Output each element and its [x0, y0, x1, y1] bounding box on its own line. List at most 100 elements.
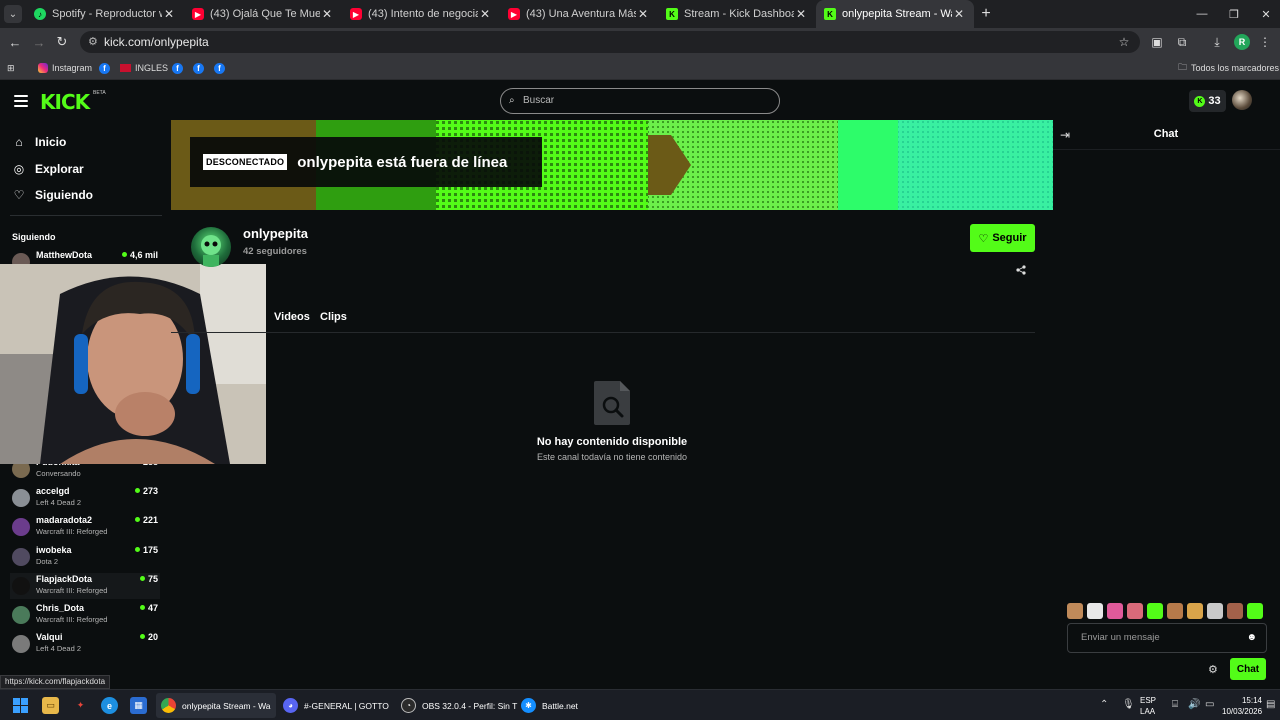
bookmark-facebook[interactable]: f — [193, 61, 208, 75]
user-avatar[interactable] — [1232, 90, 1252, 110]
tab-clips[interactable]: Clips — [320, 311, 347, 323]
channel-category: Conversando — [36, 469, 81, 478]
folder-icon: 🗀 — [1178, 62, 1188, 72]
channel-category: Left 4 Dead 2 — [36, 644, 82, 653]
youtube-icon: ▶ — [350, 8, 362, 20]
sidebar-item-label: Explorar — [35, 162, 84, 176]
site-info-icon[interactable]: ⚙ — [88, 31, 98, 53]
taskbar-app-chrome[interactable]: onlypepita Stream - Wa — [156, 693, 276, 718]
browser-tab-active[interactable]: K onlypepita Stream - Watch Live ✕ — [816, 0, 974, 28]
tab-search-button[interactable]: ⌄ — [4, 5, 22, 23]
sidebar-item-explorar[interactable]: ◎ Explorar — [12, 159, 84, 179]
bookmark-label: Todos los marcadores — [1191, 63, 1280, 73]
microphone-icon[interactable]: 🎙 — [1122, 699, 1135, 710]
follow-button[interactable]: ♡ Seguir — [970, 224, 1035, 252]
following-item[interactable]: FlapjackDota Warcraft III: Reforged 75 — [10, 573, 160, 599]
kicks-count: 33 — [1208, 95, 1221, 107]
bookmark-facebook[interactable]: f — [172, 61, 187, 75]
kick-logo[interactable]: KICK — [40, 90, 90, 114]
emoji-picker-icon[interactable]: ☻ — [1246, 624, 1257, 652]
battery-icon[interactable]: ▭ — [1205, 699, 1214, 710]
hamburger-menu-icon[interactable] — [14, 95, 28, 110]
avatar — [12, 577, 30, 595]
taskbar-app-battlenet[interactable]: ✱ Battle.net — [516, 693, 583, 718]
emote-icon[interactable] — [1127, 603, 1143, 619]
channel-name: madaradota2 — [36, 515, 93, 525]
apps-grid-icon[interactable]: ⊞ — [7, 61, 15, 75]
taskbar-app-discord[interactable]: ◕ #-GENERAL | GOTTO — [278, 693, 394, 718]
profile-avatar[interactable]: R — [1234, 34, 1250, 50]
edge-icon[interactable]: e — [101, 697, 118, 714]
notifications-icon[interactable]: ▤ — [1266, 699, 1275, 710]
following-item[interactable]: Chris_Dota Warcraft III: Reforged 47 — [10, 602, 160, 628]
emote-icon[interactable] — [1067, 603, 1083, 619]
store-icon[interactable]: ▦ — [130, 697, 147, 714]
collapse-chat-icon[interactable]: ⇥ — [1060, 128, 1070, 142]
close-icon[interactable]: ✕ — [478, 7, 492, 21]
emote-icon[interactable] — [1247, 603, 1263, 619]
emote-icon[interactable] — [1167, 603, 1183, 619]
kicks-balance-button[interactable]: K 33 — [1189, 90, 1226, 112]
close-icon[interactable]: ✕ — [162, 7, 176, 21]
browser-tab[interactable]: ▶ (43) Una Aventura Más - YouTub ✕ — [500, 0, 658, 28]
browser-tab[interactable]: ♪ Spotify - Reproductor web: mú ✕ — [26, 0, 184, 28]
url-field[interactable]: ⚙ kick.com/onlypepita — [80, 31, 1140, 53]
channel-avatar-image — [201, 235, 221, 267]
browser-tab[interactable]: K Stream - Kick Dashboard ✕ — [658, 0, 816, 28]
tab-title: (43) Intento de negociación en — [368, 8, 478, 20]
following-item[interactable]: iwobeka Dota 2 175 — [10, 544, 160, 570]
emote-icon[interactable] — [1107, 603, 1123, 619]
tray-overflow-icon[interactable]: ⌃ — [1100, 699, 1108, 710]
window-close-icon[interactable]: ✕ — [1250, 0, 1280, 28]
browser-tab[interactable]: ▶ (43) Ojalá Que Te Mueras - You ✕ — [184, 0, 342, 28]
windows-start-icon[interactable] — [12, 697, 29, 714]
back-icon[interactable]: ← — [6, 33, 24, 51]
chat-settings-gear-icon[interactable]: ⚙ — [1208, 663, 1218, 676]
channel-avatar[interactable] — [191, 227, 231, 267]
network-icon[interactable]: ⌸ — [1172, 699, 1178, 710]
emote-icon[interactable] — [1207, 603, 1223, 619]
emote-icon[interactable] — [1227, 603, 1243, 619]
volume-icon[interactable]: 🔊 — [1188, 699, 1200, 710]
forward-icon[interactable]: → — [30, 33, 48, 51]
cast-icon[interactable]: ▣ — [1148, 33, 1166, 51]
file-explorer-icon[interactable]: ▭ — [42, 697, 59, 714]
bookmark-instagram[interactable]: Instagram — [38, 61, 92, 75]
taskbar-app-obs[interactable]: ◔ OBS 32.0.4 - Perfil: Sin T — [396, 693, 522, 718]
emote-icon[interactable] — [1187, 603, 1203, 619]
new-tab-button[interactable]: + — [974, 5, 998, 23]
restore-icon[interactable]: ❐ — [1218, 0, 1250, 28]
taskbar-app-label: onlypepita Stream - Wa — [182, 700, 271, 711]
copilot-icon[interactable]: ✦ — [72, 697, 89, 714]
extensions-icon[interactable]: ⧉ — [1173, 33, 1191, 51]
minimize-icon[interactable]: — — [1186, 0, 1218, 28]
bookmark-facebook[interactable]: f — [214, 61, 229, 75]
bookmark-star-icon[interactable]: ☆ — [1115, 33, 1133, 51]
tab-videos[interactable]: Videos — [274, 311, 310, 323]
bookmark-ingles[interactable]: INGLES — [120, 61, 168, 75]
input-language[interactable]: ESP LAA — [1140, 695, 1156, 717]
sidebar-item-siguiendo[interactable]: ♡ Siguiendo — [12, 185, 93, 205]
browser-tab[interactable]: ▶ (43) Intento de negociación en ✕ — [342, 0, 500, 28]
sidebar-item-inicio[interactable]: ⌂ Inicio — [12, 132, 66, 152]
download-icon[interactable]: ⤓ — [1208, 33, 1226, 51]
all-bookmarks[interactable]: 🗀 Todos los marcadores — [1178, 61, 1279, 75]
menu-dots-icon[interactable]: ⋮ — [1256, 33, 1274, 51]
reload-icon[interactable]: ↻ — [53, 33, 71, 51]
close-icon[interactable]: ✕ — [636, 7, 650, 21]
system-clock[interactable]: 15:14 10/03/2026 — [1222, 695, 1262, 717]
chat-send-button[interactable]: Chat — [1230, 658, 1266, 680]
bookmark-facebook[interactable]: f — [99, 61, 114, 75]
emote-icon[interactable] — [1147, 603, 1163, 619]
chat-message-input[interactable]: Enviar un mensaje ☻ — [1067, 623, 1267, 653]
close-icon[interactable]: ✕ — [794, 7, 808, 21]
following-item[interactable]: accelgd Left 4 Dead 2 273 — [10, 485, 160, 511]
following-item[interactable]: madaradota2 Warcraft III: Reforged 221 — [10, 514, 160, 540]
close-icon[interactable]: ✕ — [952, 7, 966, 21]
emote-icon[interactable] — [1087, 603, 1103, 619]
close-icon[interactable]: ✕ — [320, 7, 334, 21]
share-icon[interactable] — [1016, 265, 1028, 277]
following-item[interactable]: Valqui Left 4 Dead 2 20 — [10, 631, 160, 657]
avatar — [12, 489, 30, 507]
search-input[interactable]: ⌕ Buscar — [500, 88, 780, 114]
